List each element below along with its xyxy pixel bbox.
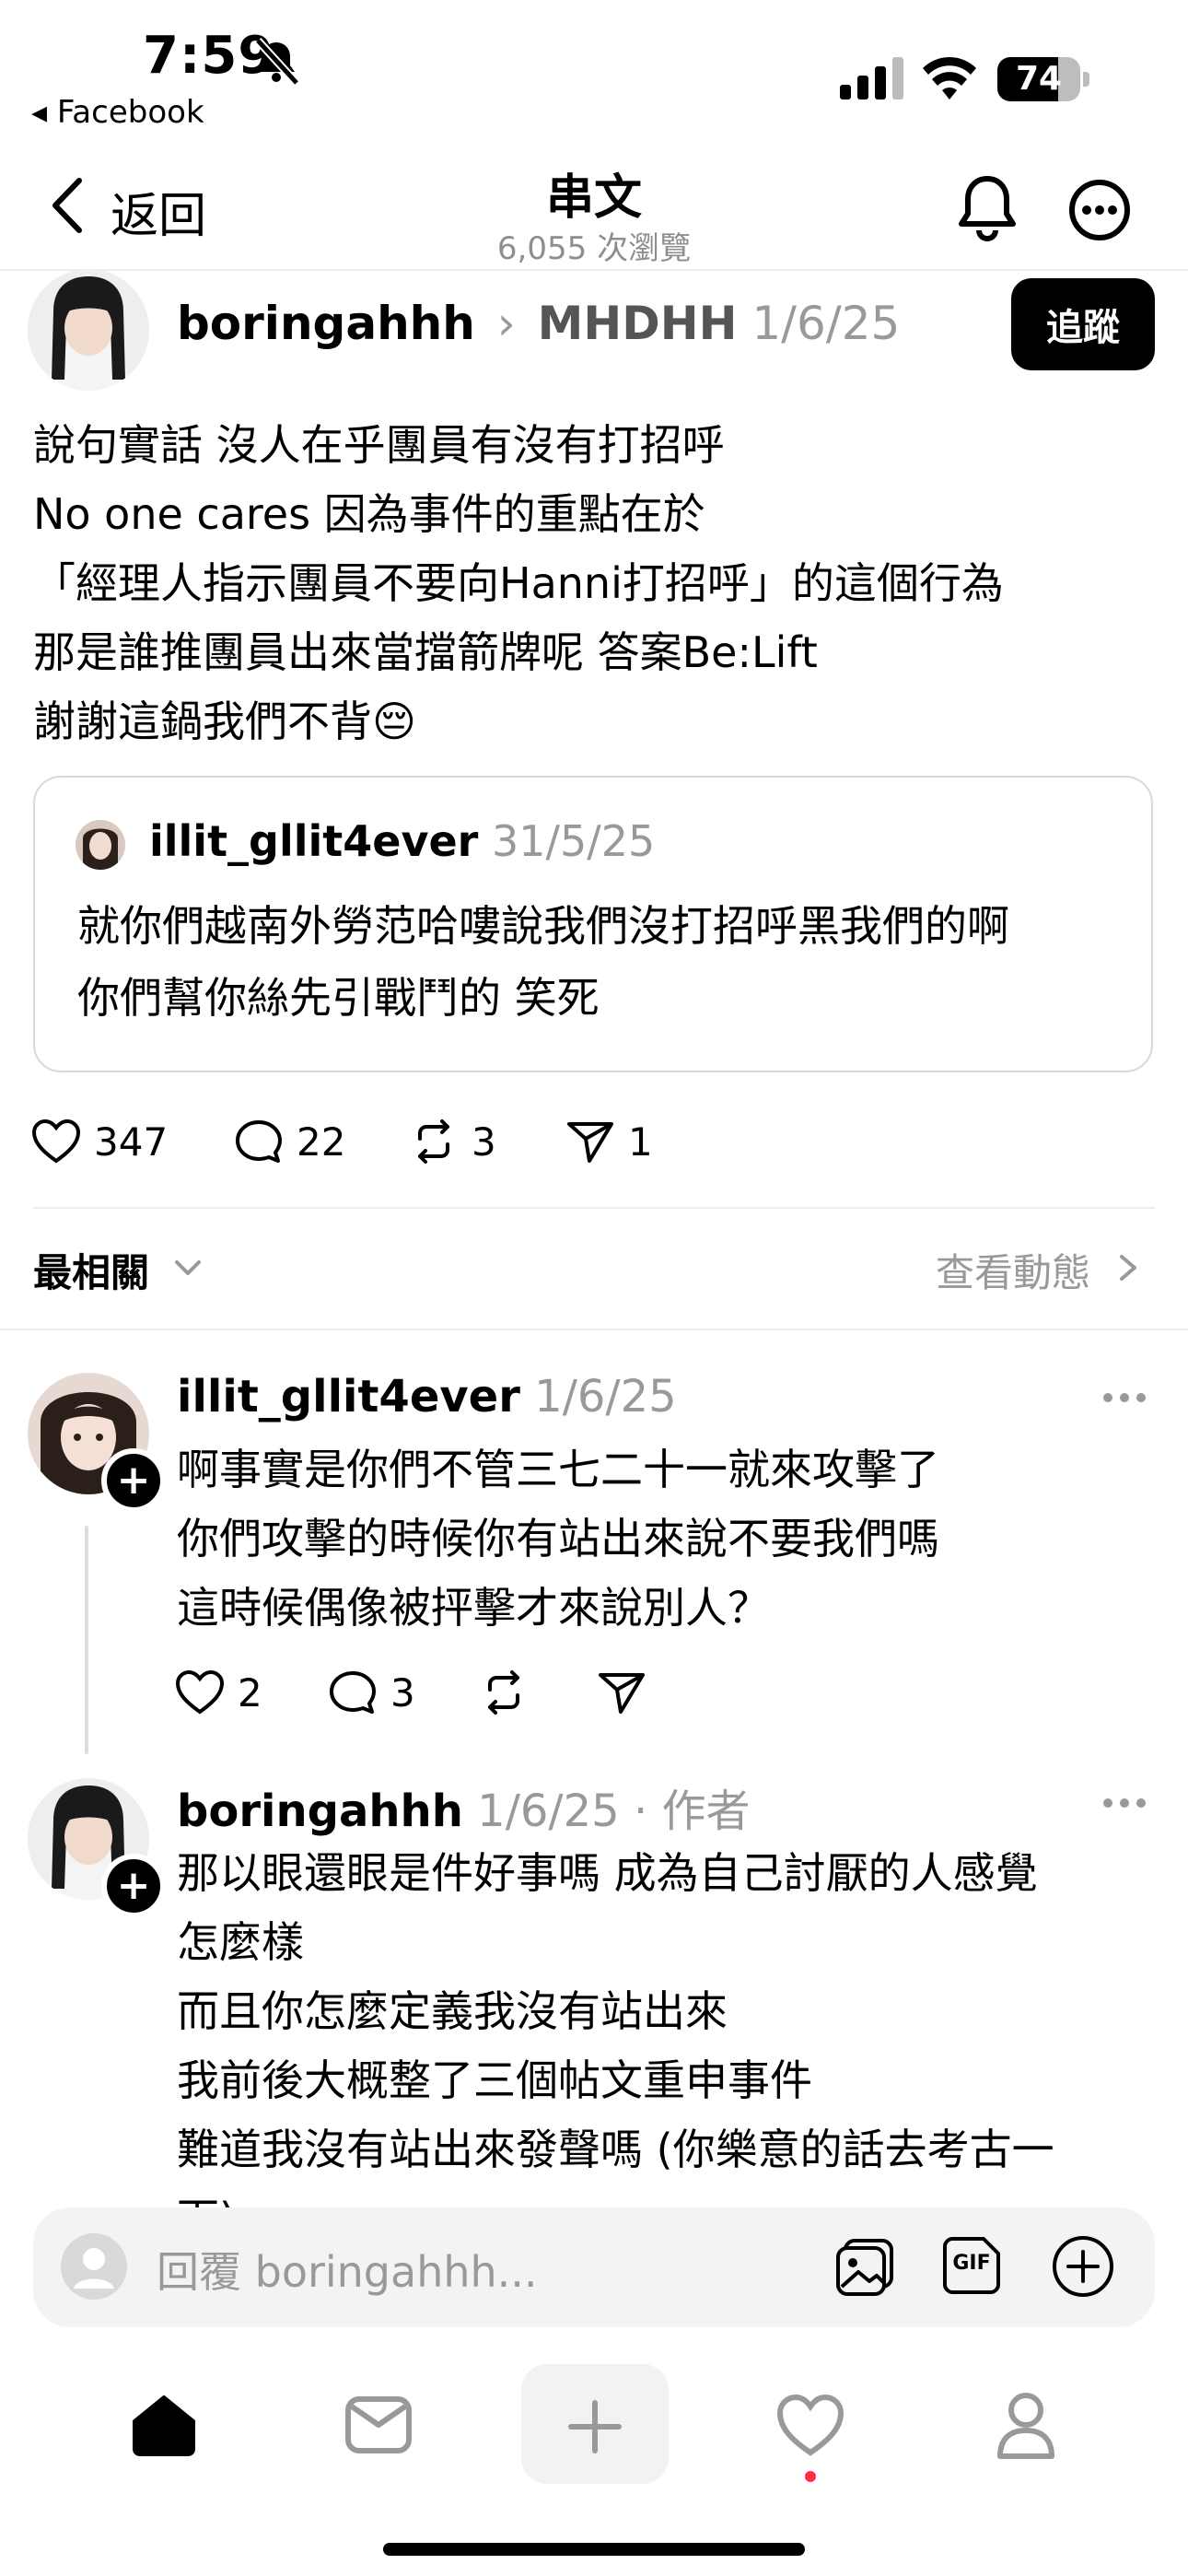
reply-header: illit_gllit4ever 1/6/25 [177,1371,677,1423]
like-button[interactable]: 347 [31,1118,168,1165]
reply-input[interactable]: 回覆 boringahhh... [157,2239,538,2300]
cellular-signal-icon [840,57,903,100]
send-icon[interactable] [597,1669,646,1715]
like-button[interactable]: 2 [175,1669,262,1715]
reply-text-clip: 那以眼還眼是件好事嗎 成為自己討厭的人感覺 怎麼樣 而且你怎麼定義我沒有站出來 … [177,1839,1171,2207]
notification-bell-icon[interactable] [954,173,1020,243]
chevron-right-icon[interactable] [1114,1251,1142,1284]
wifi-icon [923,56,976,100]
post-date: 1/6/25 [751,297,901,350]
bell-slash-icon [254,37,300,87]
follow-plus-badge[interactable]: + [101,1448,166,1513]
gallery-icon[interactable] [833,2235,897,2300]
home-indicator [383,2543,805,2556]
sort-dropdown[interactable]: 最相關 [33,1242,149,1298]
reply-text: 那以眼還眼是件好事嗎 成為自己討厭的人感覺 怎麼樣 而且你怎麼定義我沒有站出來 … [177,1848,1054,2207]
battery-icon: 74 [997,57,1091,101]
quoted-post-text: 就你們越南外勞范哈嘍說我們沒打招呼黑我們的啊 你們幫你絲先引戰鬥的 笑死 [77,901,1009,1023]
plus-icon [568,2400,622,2453]
separator-chevron-icon: › [496,297,516,350]
divider [33,1207,1155,1209]
heart-icon [31,1118,81,1164]
more-options-icon[interactable] [1101,1391,1147,1404]
divider [0,1329,1188,1330]
profile-icon[interactable] [993,2390,1059,2460]
reply-username[interactable]: illit_gllit4ever [177,1371,520,1423]
divider [0,269,1188,271]
comment-icon [330,1671,376,1714]
repost-count: 3 [472,1118,496,1165]
comment-button[interactable]: 22 [234,1118,345,1165]
quoted-author-avatar [76,820,125,870]
reply-header: boringahhh 1/6/25 · 作者 [177,1774,750,1839]
post-tag[interactable]: MHDHH [538,297,738,350]
notification-dot [805,2471,816,2482]
comment-button[interactable]: 3 [328,1669,415,1715]
home-icon[interactable] [129,2392,199,2458]
view-activity-link[interactable]: 查看動態 [936,1242,1090,1298]
share-count: 1 [628,1118,653,1165]
like-count: 347 [94,1118,169,1165]
post-body: 說句實話 沒人在乎團員有沒有打招呼 No one cares 因為事件的重點在於… [33,411,1166,756]
send-icon [567,1122,613,1163]
inbox-icon[interactable] [344,2394,413,2456]
more-options-icon[interactable] [1101,1797,1147,1809]
repost-icon [418,1119,449,1164]
chevron-down-icon[interactable] [171,1251,204,1284]
reply-text: 啊事實是你們不管三七二十一就來攻擊了 你們攻擊的時候你有站出來說不要我們嗎 這時… [177,1445,939,1633]
quoted-post-header: illit_gllit4ever 31/5/25 [149,816,655,866]
post-text: 說句實話 沒人在乎團員有沒有打招呼 No one cares 因為事件的重點在於… [33,420,1004,746]
thread-line [85,1526,88,1754]
follow-button[interactable]: 追蹤 [1011,278,1155,370]
more-options-icon[interactable] [1068,179,1131,241]
battery-level: 74 [1015,60,1063,98]
post-username[interactable]: boringahhh [177,297,475,350]
quoted-date: 31/5/25 [491,816,656,866]
back-to-app-link[interactable]: ◂ Facebook [31,94,204,131]
gif-label: GIF [952,2252,991,2275]
gif-icon[interactable]: GIF [941,2235,1002,2296]
quoted-username[interactable]: illit_gllit4ever [149,816,478,866]
pensive-emoji: 😔 [372,697,416,746]
reply-date: 1/6/25 [477,1786,620,1837]
comment-count: 22 [297,1118,346,1165]
reply-username[interactable]: boringahhh [177,1786,463,1837]
share-button[interactable]: 1 [565,1118,653,1165]
comment-count: 3 [390,1669,415,1715]
activity-heart-icon[interactable] [775,2394,845,2458]
follow-plus-badge[interactable]: + [101,1854,166,1918]
like-count: 2 [238,1669,262,1715]
repost-icon[interactable] [479,1669,529,1715]
author-tag: · 作者 [633,1786,751,1837]
user-avatar [61,2233,127,2300]
post-author-avatar[interactable] [28,269,149,391]
comment-icon [236,1120,282,1163]
reply-date: 1/6/25 [534,1371,677,1423]
heart-icon [175,1669,225,1715]
repost-button[interactable]: 3 [409,1118,496,1165]
post-header: boringahhh › MHDHH 1/6/25 [177,297,900,350]
add-circle-icon[interactable] [1050,2233,1116,2300]
